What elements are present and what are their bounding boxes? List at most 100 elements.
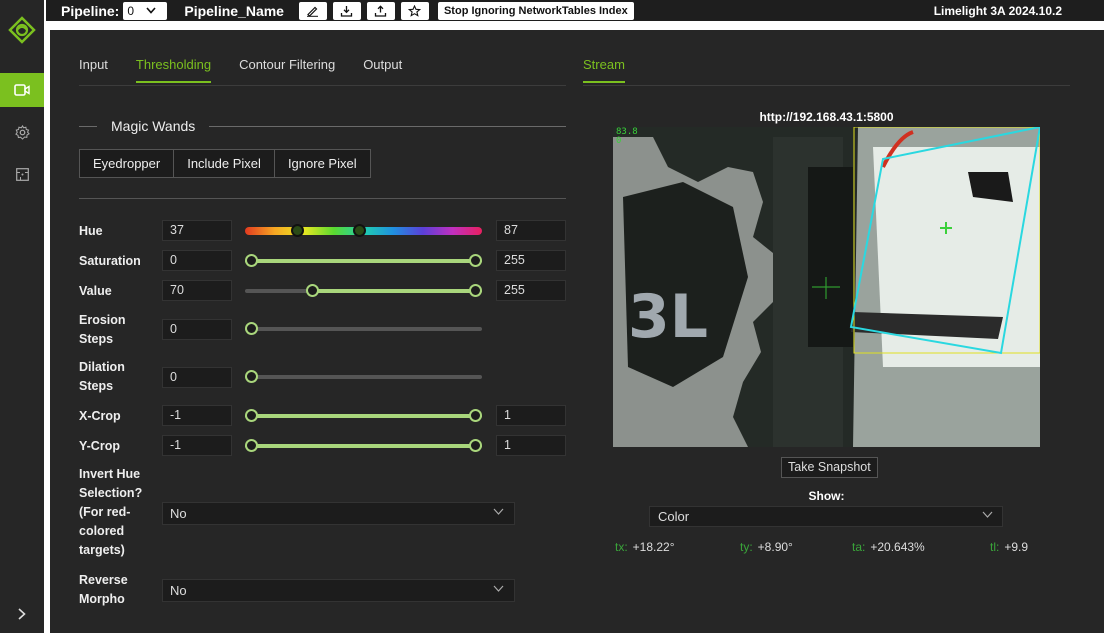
- magic-wands-title: Magic Wands: [111, 118, 196, 134]
- hue-min-input[interactable]: 37: [162, 220, 232, 241]
- x-crop-min-input[interactable]: -1: [162, 405, 232, 426]
- saturation-slider[interactable]: [245, 254, 482, 268]
- ignore-pixel-button[interactable]: Ignore Pixel: [274, 150, 370, 177]
- sidebar-expand-button[interactable]: [0, 599, 44, 629]
- reverse-morpho-line1: Reverse: [79, 573, 128, 587]
- sidebar-item-camera[interactable]: [0, 73, 44, 107]
- top-bar: Pipeline: 0 Pipeline_Name Stop Ignoring …: [46, 0, 1104, 21]
- value-slider[interactable]: [245, 284, 482, 298]
- show-label: Show:: [808, 489, 845, 503]
- hue-max-handle[interactable]: [353, 224, 367, 237]
- stat-tl-value: +9.9: [1004, 540, 1029, 554]
- x-crop-max-handle[interactable]: [469, 409, 482, 422]
- x-crop-min-handle[interactable]: [245, 409, 258, 422]
- topbar-divider: [46, 21, 1104, 30]
- pipeline-index-select[interactable]: 0: [123, 1, 168, 20]
- erosion-steps-input[interactable]: 0: [162, 319, 232, 340]
- show-value: Color: [658, 509, 690, 524]
- wands-divider: [79, 198, 566, 199]
- erosion-label-line2: Steps: [79, 332, 114, 346]
- stat-ta-value: +20.643%: [870, 540, 925, 554]
- limelight-logo-icon[interactable]: [8, 16, 36, 44]
- saturation-min-handle[interactable]: [245, 254, 258, 267]
- y-crop-max-input[interactable]: 1: [496, 435, 566, 456]
- tab-output[interactable]: Output: [363, 57, 402, 83]
- pipeline-name[interactable]: Pipeline_Name: [184, 3, 284, 19]
- erosion-steps-slider[interactable]: [245, 322, 482, 336]
- invert-hue-line4: colored: [79, 524, 125, 538]
- y-crop-min-handle[interactable]: [245, 439, 258, 452]
- dilation-label-line2: Steps: [79, 379, 114, 393]
- take-snapshot-button[interactable]: Take Snapshot: [781, 457, 878, 478]
- x-crop-slider[interactable]: [245, 409, 482, 423]
- reverse-morpho-label: Reverse Morpho: [79, 571, 128, 609]
- x-crop-fill: [245, 414, 482, 418]
- invert-hue-value: No: [170, 506, 187, 521]
- header-rule-right: [209, 125, 566, 127]
- dilation-track: [245, 375, 482, 379]
- value-min-input[interactable]: 70: [162, 280, 232, 301]
- saturation-min-input[interactable]: 0: [162, 250, 232, 271]
- magic-wands-header: Magic Wands: [79, 118, 566, 134]
- version-label: Limelight 3A 2024.10.2: [933, 3, 1062, 18]
- tab-stream[interactable]: Stream: [583, 57, 625, 83]
- upload-pipeline-button[interactable]: [366, 1, 395, 20]
- stream-overlay-line2: 0: [616, 136, 622, 146]
- stat-ty: ty: +8.90°: [740, 540, 793, 554]
- stat-tx: tx: +18.22°: [615, 540, 675, 554]
- tab-thresholding[interactable]: Thresholding: [135, 57, 212, 83]
- invert-hue-select[interactable]: No: [162, 502, 515, 525]
- stat-ty-value: +8.90°: [757, 540, 793, 554]
- reverse-morpho-select[interactable]: No: [162, 579, 515, 602]
- value-min-handle[interactable]: [306, 284, 320, 297]
- y-crop-max-handle[interactable]: [469, 439, 482, 452]
- stat-tl: tl: +9.9: [990, 540, 1028, 554]
- stat-tx-value: +18.22°: [632, 540, 675, 554]
- dilation-handle[interactable]: [245, 370, 258, 383]
- include-pixel-button[interactable]: Include Pixel: [174, 150, 275, 177]
- hue-max-input[interactable]: 87: [496, 220, 566, 241]
- camera-frame: 3L: [613, 127, 1040, 447]
- sidebar-item-grid[interactable]: [0, 157, 44, 191]
- upload-icon: [375, 4, 387, 17]
- rail-divider: [44, 0, 46, 633]
- sidebar-item-settings[interactable]: [0, 115, 44, 149]
- x-crop-max-input[interactable]: 1: [496, 405, 566, 426]
- tab-input[interactable]: Input: [79, 57, 108, 83]
- y-crop-min-input[interactable]: -1: [162, 435, 232, 456]
- invert-hue-line5: targets): [79, 543, 125, 557]
- pencil-icon: [307, 6, 319, 17]
- dilation-steps-input[interactable]: 0: [162, 367, 232, 388]
- magic-wand-buttons: Eyedropper Include Pixel Ignore Pixel: [79, 149, 371, 178]
- camera-stream[interactable]: 3L 83.8 0: [613, 127, 1040, 447]
- stat-tx-key: tx:: [615, 540, 628, 554]
- pipeline-index-value: 0: [127, 3, 135, 18]
- chevron-down-icon: [982, 511, 993, 518]
- dilation-steps-slider[interactable]: [245, 370, 482, 384]
- value-max-input[interactable]: 255: [496, 280, 566, 301]
- y-crop-slider[interactable]: [245, 439, 482, 453]
- saturation-max-input[interactable]: 255: [496, 250, 566, 271]
- tab-contour-filtering[interactable]: Contour Filtering: [239, 57, 335, 83]
- value-fill: [310, 289, 482, 293]
- stop-ignoring-nt-index-button[interactable]: Stop Ignoring NetworkTables Index: [437, 1, 634, 20]
- show-select[interactable]: Color: [649, 506, 1003, 527]
- saturation-max-handle[interactable]: [469, 254, 482, 267]
- hue-min-handle[interactable]: [291, 224, 305, 237]
- download-pipeline-button[interactable]: [332, 1, 361, 20]
- value-label: Value: [79, 284, 112, 298]
- stream-overlay-text: 83.8 0: [616, 128, 638, 146]
- erosion-track: [245, 327, 482, 331]
- default-pipeline-button[interactable]: [400, 1, 429, 20]
- chevron-down-icon: [146, 7, 156, 14]
- hue-slider[interactable]: [245, 224, 482, 238]
- chevron-down-icon: [493, 585, 504, 592]
- stat-ty-key: ty:: [740, 540, 753, 554]
- y-crop-label: Y-Crop: [79, 439, 120, 453]
- dilation-steps-label: Dilation Steps: [79, 358, 125, 396]
- edit-pipeline-button[interactable]: [298, 1, 327, 20]
- erosion-handle[interactable]: [245, 322, 258, 335]
- value-max-handle[interactable]: [469, 284, 482, 297]
- eyedropper-button[interactable]: Eyedropper: [80, 150, 175, 177]
- chevron-down-icon: [493, 508, 504, 515]
